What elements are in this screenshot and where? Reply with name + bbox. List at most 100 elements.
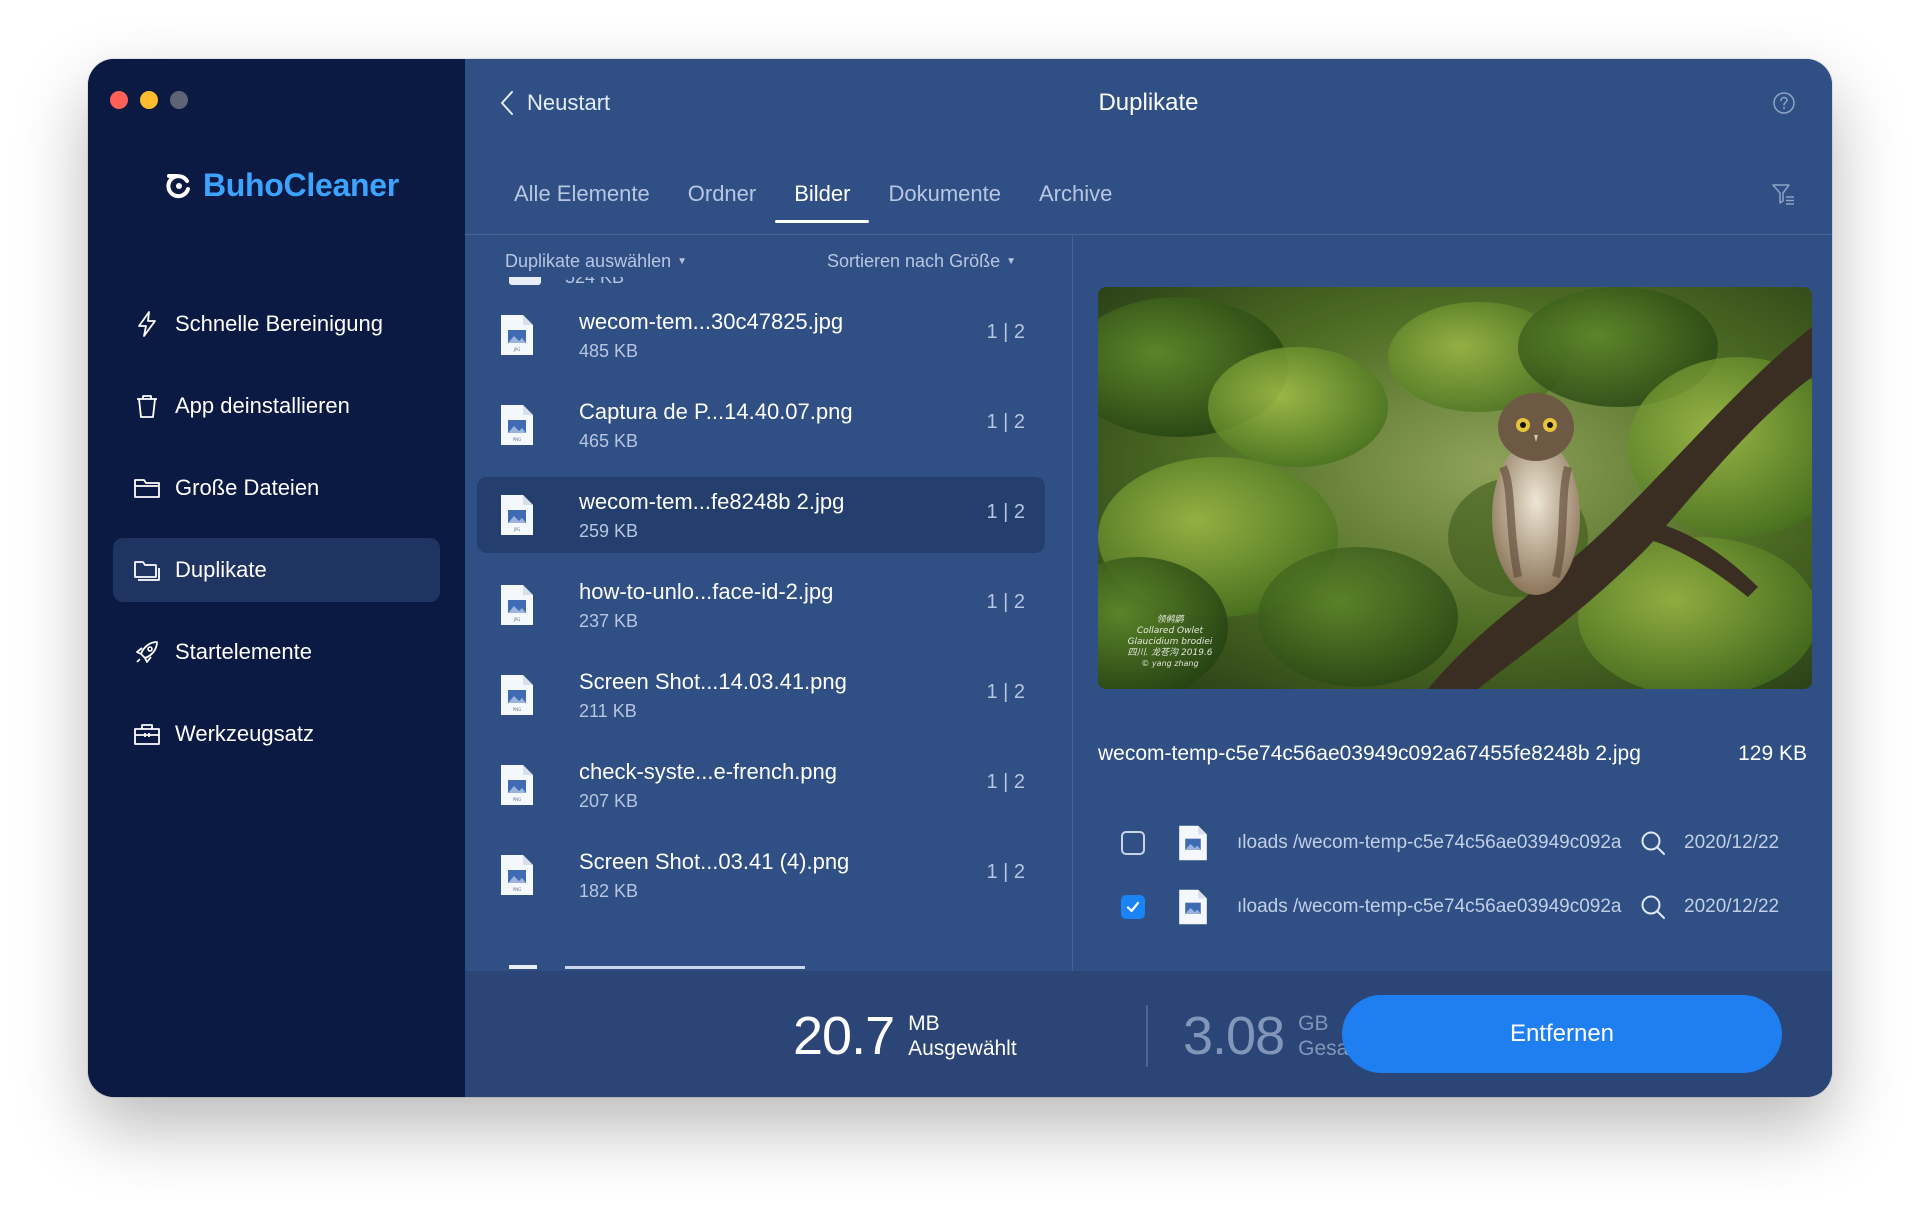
file-name: Captura de P...14.40.07.png	[579, 399, 853, 424]
svg-text:Glaucidium brodiei: Glaucidium brodiei	[1128, 637, 1213, 647]
sidebar-item-large-files[interactable]: Große Dateien	[113, 456, 440, 520]
selected-size-label: Ausgewählt	[908, 1037, 1017, 1060]
tab-images[interactable]: Bilder	[775, 177, 870, 223]
preview-file-size: 129 KB	[1738, 742, 1807, 765]
filter-icon[interactable]	[1770, 181, 1796, 207]
sidebar-item-toolkit[interactable]: Werkzeugsatz	[113, 702, 440, 766]
tab-all[interactable]: Alle Elemente	[495, 177, 669, 223]
svg-text:Collared Owlet: Collared Owlet	[1137, 626, 1204, 636]
tab-folders[interactable]: Ordner	[669, 177, 775, 223]
duplicate-count: 1 | 2	[986, 411, 1025, 433]
help-icon[interactable]	[1772, 91, 1796, 115]
list-item[interactable]: PNG check-syste...e-french.png 207 KB 1 …	[477, 747, 1045, 823]
caret-down-icon: ▼	[1006, 256, 1016, 267]
sidebar-item-duplicates[interactable]: Duplikate	[113, 538, 440, 602]
window-controls	[110, 91, 188, 109]
tab-archives[interactable]: Archive	[1020, 177, 1131, 223]
caret-down-icon: ▼	[677, 256, 688, 267]
file-name: Screen Shot...03.41 (4).png	[579, 849, 850, 874]
sort-dropdown[interactable]: Sortieren nach Größe ▼	[827, 251, 1016, 272]
file-checkbox[interactable]	[1121, 831, 1145, 855]
list-item[interactable]: JPG how-to-unlo...face-id-2.jpg 237 KB 1…	[477, 567, 1045, 643]
file-name: wecom-tem...30c47825.jpg	[579, 309, 844, 334]
svg-text:JPG: JPG	[513, 347, 521, 352]
sidebar-item-startup[interactable]: Startelemente	[113, 620, 440, 684]
reveal-in-finder-icon[interactable]	[1640, 830, 1666, 856]
file-icon	[509, 277, 541, 285]
png-file-icon: PNG	[501, 765, 533, 805]
file-date: 2020/12/22	[1684, 832, 1780, 853]
list-item[interactable]: JPG wecom-tem...30c47825.jpg 485 KB 1 | …	[477, 297, 1045, 373]
file-size: 182 KB	[579, 881, 639, 901]
svg-text:PNG: PNG	[513, 797, 522, 802]
owl-photo: 领鸺鹠 Collared Owlet Glaucidium brodiei 四川…	[1098, 287, 1812, 689]
category-tabs: Alle Elemente Ordner Bilder Dokumente Ar…	[495, 177, 1131, 223]
duplicate-list: Duplikate auswählen ▼ Sortieren nach Grö…	[465, 235, 1072, 971]
sidebar-item-label: Große Dateien	[175, 475, 320, 500]
selected-size-unit-block: MB Ausgewählt	[908, 1011, 1017, 1061]
file-path: ıloads /wecom-temp-c5e74c56ae03949c092a6…	[1237, 896, 1622, 917]
svg-text:PNG: PNG	[513, 437, 522, 442]
svg-text:© yang zhang: © yang zhang	[1141, 659, 1198, 668]
trash-icon	[137, 395, 157, 418]
checkmark-icon	[1126, 901, 1140, 913]
file-size: 211 KB	[579, 701, 637, 721]
list-item[interactable]: PNG Captura de P...14.40.07.png 465 KB 1…	[477, 387, 1045, 463]
duplicate-count: 1 | 2	[986, 321, 1025, 343]
png-file-icon: PNG	[501, 405, 533, 445]
sidebar-item-quick-clean[interactable]: Schnelle Bereinigung	[113, 292, 440, 356]
file-name: check-syste...e-french.png	[579, 759, 838, 784]
folder-icon	[134, 479, 160, 498]
file-size: 207 KB	[579, 791, 639, 811]
main-area: Neustart Duplikate Alle Elemente Ordner …	[465, 59, 1832, 1097]
file-size: 465 KB	[579, 431, 639, 451]
file-name: Screen Shot...14.03.41.png	[579, 669, 847, 694]
jpg-file-icon	[1179, 889, 1207, 925]
list-item-partial[interactable]: 524 KB	[505, 277, 805, 299]
sidebar-item-label: App deinstallieren	[175, 393, 350, 418]
svg-text:领鸺鹠: 领鸺鹠	[1156, 614, 1184, 625]
file-size: 237 KB	[579, 611, 639, 631]
list-item[interactable]: PNG Screen Shot...03.41 (4).png 182 KB 1…	[477, 837, 1045, 913]
preview-file-name: wecom-temp-c5e74c56ae03949c092a67455fe82…	[1098, 742, 1641, 765]
total-size-value: 3.08	[1183, 1006, 1285, 1066]
file-path: ıloads /wecom-temp-c5e74c56ae03949c092a6…	[1237, 832, 1622, 853]
list-item[interactable]: PNG Screen Shot...14.03.41.png 211 KB 1 …	[477, 657, 1045, 733]
duplicate-count: 1 | 2	[986, 591, 1025, 613]
sidebar-item-uninstall[interactable]: App deinstallieren	[113, 374, 440, 438]
app-name: BuhoCleaner	[203, 167, 399, 203]
app-logo: BuhoCleaner	[165, 167, 399, 204]
reveal-in-finder-icon[interactable]	[1640, 894, 1666, 920]
dropdown-label: Duplikate auswählen	[505, 251, 672, 271]
duplicate-folder-icon	[134, 561, 160, 581]
sidebar-item-label: Duplikate	[175, 557, 267, 582]
tab-documents[interactable]: Dokumente	[869, 177, 1020, 223]
toolbox-icon	[134, 724, 160, 745]
lightning-icon	[138, 311, 156, 337]
sidebar-item-label: Werkzeugsatz	[175, 721, 314, 746]
dropdown-label: Sortieren nach Größe	[827, 251, 1001, 271]
app-window: BuhoCleaner Schnelle Bereinigung App dei…	[88, 59, 1832, 1097]
zoom-window-button[interactable]	[170, 91, 188, 109]
svg-text:JPG: JPG	[513, 527, 521, 532]
file-size: 485 KB	[579, 341, 639, 361]
select-duplicates-dropdown[interactable]: Duplikate auswählen ▼	[505, 251, 687, 272]
close-window-button[interactable]	[110, 91, 128, 109]
svg-text:JPG: JPG	[513, 617, 521, 622]
jpg-file-icon: JPG	[501, 585, 533, 625]
jpg-file-icon	[1179, 825, 1207, 861]
image-preview: 领鸺鹠 Collared Owlet Glaucidium brodiei 四川…	[1098, 287, 1812, 689]
png-file-icon: PNG	[501, 675, 533, 715]
svg-text:四川. 龙苍沟 2019.6: 四川. 龙苍沟 2019.6	[1127, 647, 1212, 658]
buho-logo-icon	[166, 173, 190, 198]
file-checkbox-checked[interactable]	[1121, 895, 1145, 919]
list-item-selected[interactable]: JPG wecom-tem...fe8248b 2.jpg 259 KB 1 |…	[477, 477, 1045, 553]
minimize-window-button[interactable]	[140, 91, 158, 109]
duplicate-count: 1 | 2	[986, 771, 1025, 793]
selected-size-value: 20.7	[793, 1006, 895, 1066]
sidebar: BuhoCleaner Schnelle Bereinigung App dei…	[88, 59, 465, 1097]
remove-button[interactable]: Entfernen	[1342, 995, 1782, 1073]
sidebar-item-label: Startelemente	[175, 639, 312, 664]
selected-size-unit: MB	[908, 1012, 940, 1035]
jpg-file-icon: JPG	[501, 495, 533, 535]
